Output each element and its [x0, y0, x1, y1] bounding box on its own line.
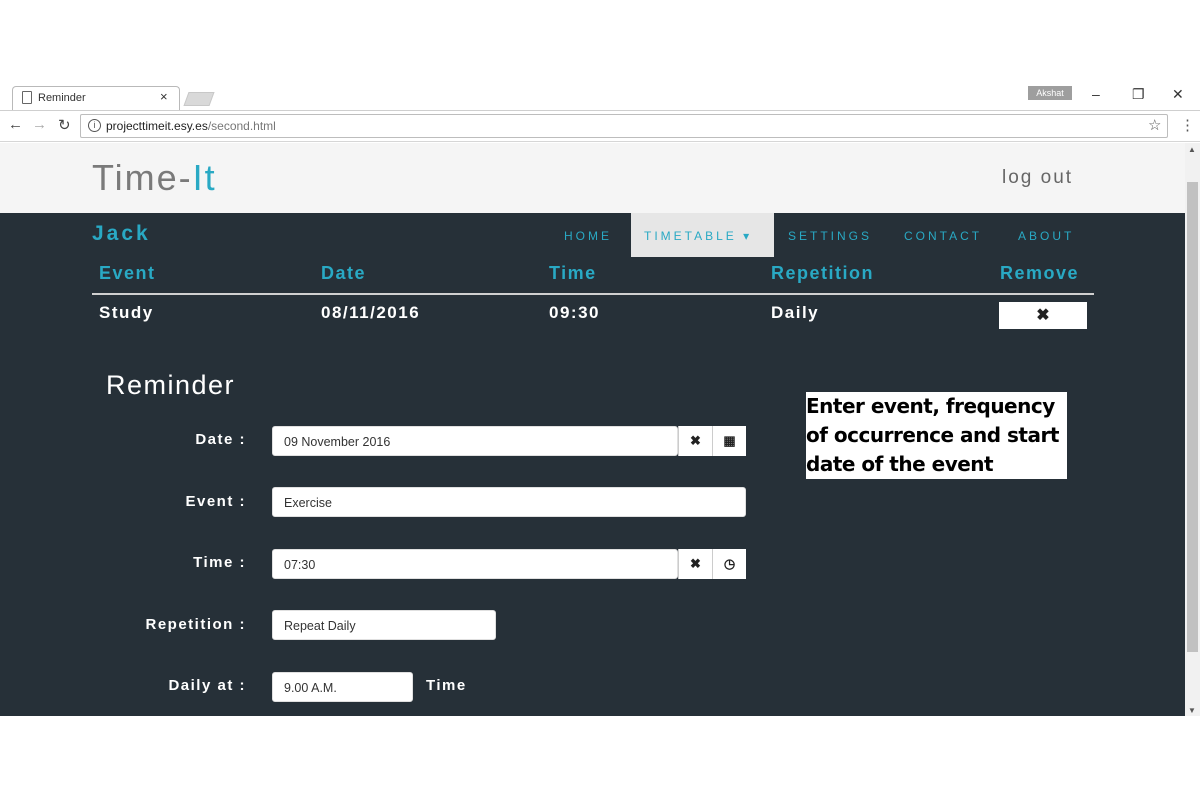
calendar-icon[interactable]: ▦ [712, 426, 746, 456]
clock-icon[interactable]: ◷ [712, 549, 746, 579]
nav-contact[interactable]: CONTACT [904, 229, 982, 243]
header-remove: Remove [1000, 263, 1080, 283]
forward-icon[interactable]: → [32, 116, 47, 133]
header-time: Time [549, 263, 597, 283]
logout-link[interactable]: log out [1002, 167, 1073, 189]
daily-at-label: Daily at : [168, 677, 246, 694]
time-label: Time : [193, 554, 246, 571]
page-icon [22, 91, 32, 104]
daily-at-field[interactable]: 9.00 A.M. [272, 672, 413, 702]
table-divider [92, 293, 1094, 295]
nav-about[interactable]: ABOUT [1018, 229, 1074, 243]
scroll-down-icon[interactable]: ▼ [1188, 706, 1196, 715]
repetition-label: Repetition : [145, 616, 246, 633]
menu-dots-icon[interactable]: ⋮ [1180, 116, 1195, 134]
scroll-up-icon[interactable]: ▲ [1188, 145, 1196, 154]
remove-icon: ✖ [1036, 307, 1050, 324]
tab-title: Reminder [38, 92, 86, 104]
close-window-icon[interactable]: ✕ [1172, 86, 1184, 103]
event-label: Event : [185, 493, 246, 510]
time-field[interactable]: 07:30 [272, 549, 678, 579]
clear-date-icon[interactable]: ✖ [678, 426, 712, 456]
remove-button[interactable]: ✖ [999, 302, 1087, 329]
annotation-note: Enter event, frequency of occurrence and… [806, 392, 1067, 479]
daily-at-suffix: Time [426, 677, 467, 694]
clear-time-icon[interactable]: ✖ [678, 549, 712, 579]
form-title: Reminder [106, 370, 236, 400]
cell-time: 09:30 [549, 303, 600, 322]
new-tab-button[interactable] [183, 92, 215, 106]
browser-tabbar [0, 82, 1200, 110]
brand-logo[interactable]: Time-It [92, 157, 217, 199]
user-name: Jack [92, 222, 151, 245]
restore-icon[interactable]: ❐ [1132, 86, 1145, 103]
nav-settings[interactable]: SETTINGS [788, 229, 872, 243]
event-field[interactable]: Exercise [272, 487, 746, 517]
bookmark-star-icon[interactable]: ☆ [1148, 116, 1161, 134]
cell-date: 08/11/2016 [321, 303, 421, 322]
reload-icon[interactable]: ↻ [58, 116, 71, 134]
minimize-icon[interactable]: – [1092, 86, 1100, 102]
screen: Reminder × Akshat – ❐ ✕ ← → ↻ i projectt… [0, 0, 1200, 800]
header-date: Date [321, 263, 367, 283]
date-field[interactable]: 09 November 2016 [272, 426, 678, 456]
back-icon[interactable]: ← [8, 116, 23, 133]
profile-badge[interactable]: Akshat [1028, 86, 1072, 100]
close-icon[interactable]: × [160, 89, 168, 104]
nav-home[interactable]: HOME [564, 229, 612, 243]
repetition-select[interactable]: Repeat Daily [272, 610, 496, 640]
info-icon[interactable]: i [88, 119, 101, 132]
nav-timetable[interactable]: TIMETABLE ▾ [644, 229, 752, 243]
scrollbar-thumb[interactable] [1187, 182, 1198, 652]
header-repetition: Repetition [771, 263, 874, 283]
cell-repetition: Daily [771, 303, 820, 322]
date-label: Date : [195, 431, 246, 448]
header-event: Event [99, 263, 156, 283]
cell-event: Study [99, 303, 154, 322]
url-text[interactable]: projecttimeit.esy.es/second.html [106, 119, 276, 133]
